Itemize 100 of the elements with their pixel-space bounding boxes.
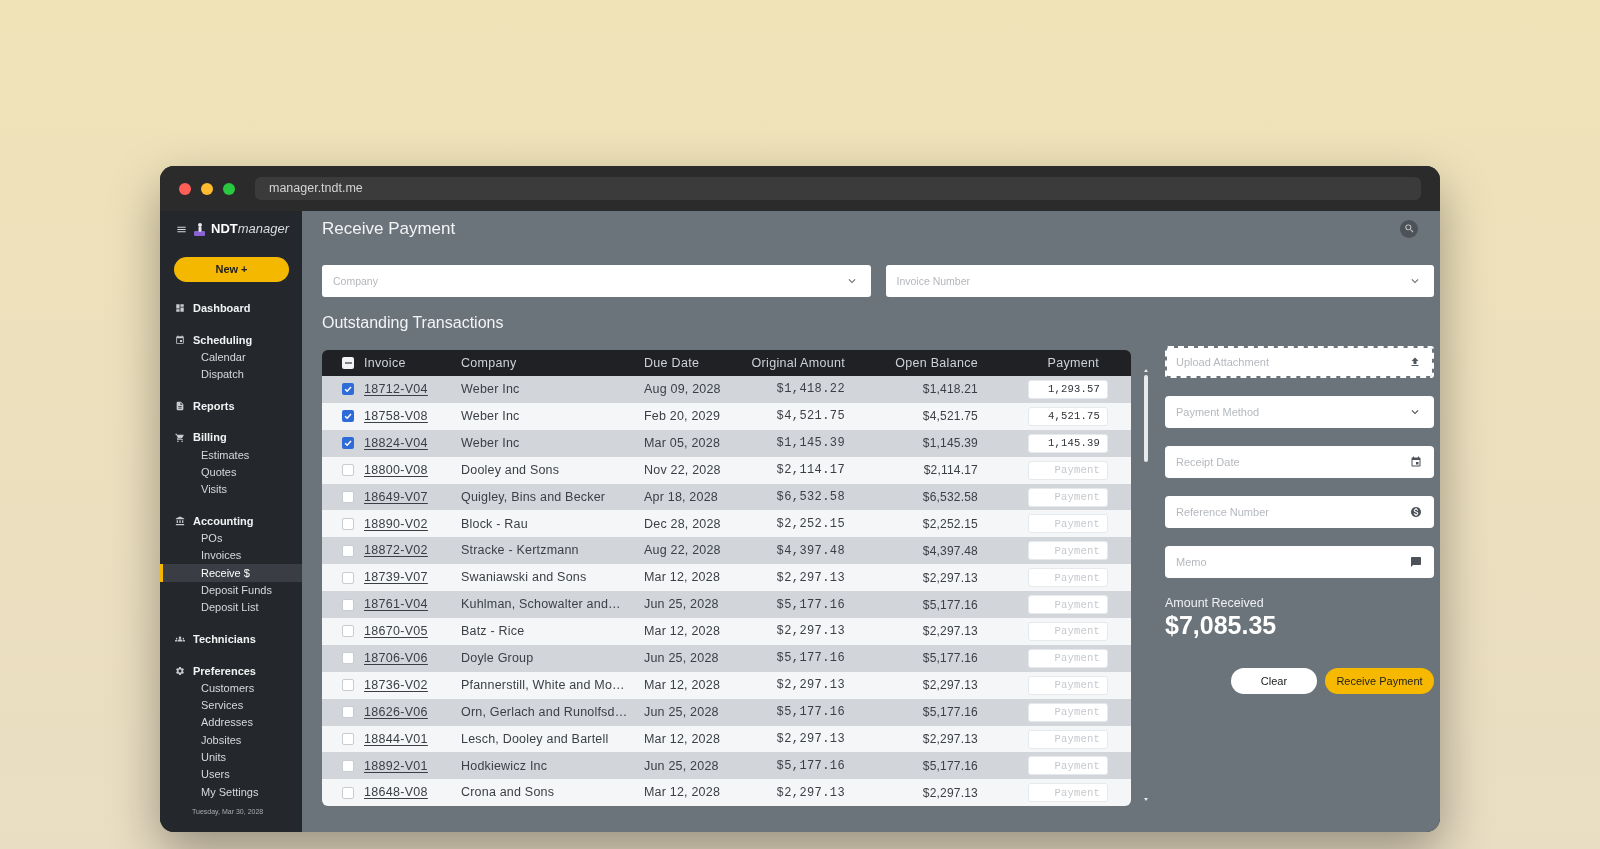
- address-bar[interactable]: manager.tndt.me: [255, 177, 1421, 200]
- invoice-link[interactable]: 18800-V08: [364, 460, 428, 480]
- window-zoom-icon[interactable]: [223, 182, 235, 195]
- nav-section-link[interactable]: Billing: [160, 428, 302, 447]
- table-cell-text: $6,532.58: [921, 489, 978, 506]
- checkbox[interactable]: [342, 517, 354, 530]
- select-all-checkbox[interactable]: [342, 357, 354, 369]
- payment-input[interactable]: Payment: [1028, 595, 1108, 615]
- nav-link[interactable]: Dispatch: [160, 365, 302, 384]
- nav-section-link[interactable]: Accounting: [160, 512, 302, 530]
- text-field[interactable]: Reference Number: [1165, 496, 1434, 528]
- invoice-link[interactable]: 18712-V04: [364, 380, 428, 399]
- invoice-link[interactable]: 18736-V02: [364, 675, 428, 695]
- invoice-link[interactable]: 18892-V01: [364, 756, 428, 776]
- scroll-down-arrow-icon[interactable]: [1144, 798, 1148, 802]
- payment-input[interactable]: Payment: [1028, 729, 1108, 749]
- text-field[interactable]: Memo: [1165, 546, 1434, 578]
- payment-input[interactable]: 1,293.57: [1028, 379, 1108, 399]
- nav-link[interactable]: POs: [160, 529, 302, 548]
- payment-input[interactable]: Payment: [1028, 514, 1108, 534]
- nav-link[interactable]: Customers: [160, 679, 302, 697]
- scrollbar-thumb[interactable]: [1144, 375, 1148, 462]
- table-cell-text: $2,297.13: [775, 623, 845, 641]
- scroll-up-arrow-icon[interactable]: [1144, 369, 1148, 372]
- checkbox[interactable]: [342, 625, 354, 638]
- dashboard-icon: [175, 303, 185, 314]
- payment-input[interactable]: Payment: [1028, 675, 1108, 695]
- nav-link[interactable]: Units: [160, 748, 302, 766]
- nav-link[interactable]: Services: [160, 696, 302, 714]
- payment-input[interactable]: 4,521.75: [1028, 406, 1108, 426]
- nav-section-link[interactable]: Technicians: [160, 630, 302, 648]
- invoice-link[interactable]: 18739-V07: [364, 568, 428, 588]
- payment-input[interactable]: Payment: [1028, 487, 1108, 507]
- invoice-link[interactable]: 18844-V01: [364, 729, 428, 749]
- dropdown-field[interactable]: Company: [322, 265, 871, 297]
- receive-payment-button[interactable]: Receive Payment: [1325, 668, 1434, 694]
- payment-input[interactable]: Payment: [1028, 756, 1108, 776]
- checkbox[interactable]: [342, 571, 354, 584]
- invoice-link[interactable]: 18670-V05: [364, 622, 428, 641]
- table-cell-text: Swaniawski and Sons: [461, 569, 588, 587]
- dropdown-field[interactable]: Payment Method: [1165, 396, 1434, 428]
- checkbox[interactable]: [342, 598, 354, 611]
- table-cell-text: Quigley, Bins and Becker: [461, 488, 607, 506]
- table-cell-text: $2,114.17: [775, 462, 845, 480]
- nav-link[interactable]: Jobsites: [160, 731, 302, 749]
- invoice-link[interactable]: 18758-V08: [364, 406, 428, 426]
- checkbox[interactable]: [342, 679, 354, 692]
- nav-section-link[interactable]: Preferences: [160, 662, 302, 680]
- date-field[interactable]: Receipt Date: [1165, 446, 1434, 478]
- dropdown-field[interactable]: Invoice Number: [885, 265, 1434, 297]
- nav-link[interactable]: My Settings: [160, 783, 302, 801]
- payment-input[interactable]: Payment: [1028, 648, 1108, 668]
- payment-input[interactable]: Payment: [1028, 783, 1108, 803]
- invoice-link[interactable]: 18649-V07: [364, 487, 428, 507]
- invoice-link[interactable]: 18626-V06: [364, 702, 428, 722]
- payment-input[interactable]: Payment: [1028, 541, 1108, 561]
- checkbox[interactable]: [342, 786, 354, 799]
- nav-link[interactable]: Receive $: [160, 564, 302, 582]
- table-cell-text: $2,252.15: [921, 515, 978, 533]
- invoice-link[interactable]: 18706-V06: [364, 648, 428, 668]
- invoice-link[interactable]: 18890-V02: [364, 514, 428, 534]
- checkbox[interactable]: [342, 544, 354, 557]
- table-cell-text: Mar 12, 2028: [644, 730, 722, 748]
- new-button[interactable]: New +: [174, 257, 289, 282]
- column-header: Open Balance: [894, 354, 978, 372]
- nav-link[interactable]: Calendar: [160, 348, 302, 366]
- nav-link[interactable]: Estimates: [160, 446, 302, 464]
- people-icon: [175, 634, 185, 645]
- nav-link[interactable]: Addresses: [160, 714, 302, 732]
- invoice-link[interactable]: 18824-V04: [364, 433, 428, 453]
- payment-input[interactable]: Payment: [1028, 460, 1108, 480]
- checkbox[interactable]: [342, 383, 354, 396]
- checkbox[interactable]: [342, 410, 354, 423]
- window-minimize-icon[interactable]: [201, 182, 213, 195]
- nav-link[interactable]: Visits: [160, 480, 302, 499]
- checkbox[interactable]: [342, 706, 354, 719]
- invoice-link[interactable]: 18872-V02: [364, 541, 428, 561]
- nav-link[interactable]: Deposit List: [160, 598, 302, 617]
- nav-link[interactable]: Quotes: [160, 463, 302, 481]
- search-button[interactable]: [1400, 219, 1418, 238]
- nav-section-link[interactable]: Scheduling: [160, 331, 302, 349]
- nav-link[interactable]: Users: [160, 765, 302, 784]
- clear-button[interactable]: Clear: [1231, 668, 1317, 694]
- nav-link[interactable]: Deposit Funds: [160, 581, 302, 599]
- invoice-link[interactable]: 18648-V08: [364, 783, 428, 803]
- nav-section-link[interactable]: Reports: [160, 397, 302, 415]
- checkbox[interactable]: [342, 491, 354, 503]
- payment-input[interactable]: 1,145.39: [1028, 433, 1108, 453]
- checkbox[interactable]: [342, 437, 354, 450]
- invoice-link[interactable]: 18761-V04: [364, 595, 428, 614]
- window-close-icon[interactable]: [179, 182, 191, 195]
- checkbox[interactable]: [342, 733, 354, 745]
- checkbox[interactable]: [342, 652, 354, 665]
- checkbox[interactable]: [342, 464, 354, 477]
- payment-input[interactable]: Payment: [1028, 568, 1108, 588]
- nav-section-link[interactable]: Dashboard: [160, 299, 302, 317]
- checkbox[interactable]: [342, 759, 354, 772]
- nav-link[interactable]: Invoices: [160, 547, 302, 565]
- payment-input[interactable]: Payment: [1028, 621, 1108, 641]
- payment-input[interactable]: Payment: [1028, 702, 1108, 722]
